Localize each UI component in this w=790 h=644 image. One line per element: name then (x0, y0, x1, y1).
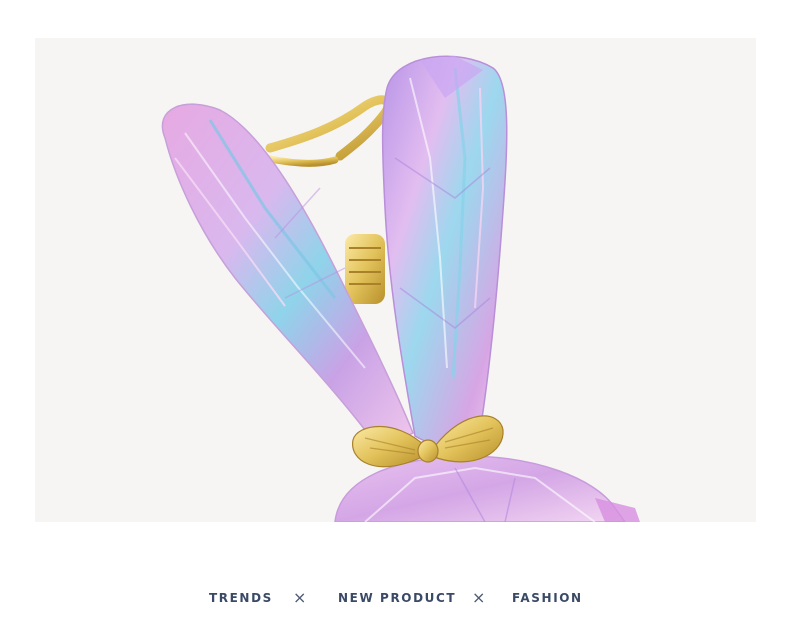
tag-fashion: FASHION (512, 591, 583, 605)
tag-trends: TRENDS (209, 591, 273, 605)
product-photo (35, 38, 756, 522)
tag-new-product: NEW PRODUCT (338, 591, 457, 605)
bunny-hair-clip-illustration (161, 55, 640, 522)
tagline-row: TRENDS × NEW PRODUCT × FASHION (0, 588, 790, 612)
right-crystal-ear (381, 55, 508, 447)
separator-icon: × (293, 588, 307, 607)
gold-hinge-spring (345, 234, 385, 304)
separator-icon: × (472, 588, 486, 607)
gold-wire (265, 95, 393, 161)
